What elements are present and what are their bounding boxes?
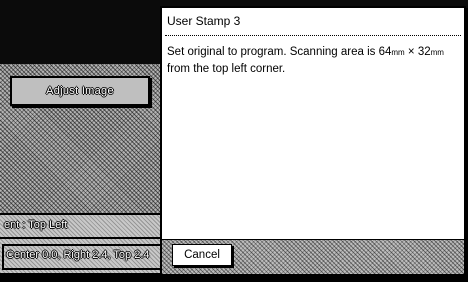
- position-text: ent : Top Left: [4, 219, 68, 231]
- message-text: Set original to program. Scanning area i…: [167, 46, 392, 58]
- unit-label: mm: [391, 48, 405, 57]
- dialog-message: Set original to program. Scanning area i…: [167, 44, 457, 77]
- offset-text: Center 0.0, Right 2.4, Top 2.4: [6, 249, 150, 261]
- dimension-text: × 32: [404, 46, 431, 58]
- cancel-button[interactable]: Cancel: [172, 244, 232, 266]
- message-text: from the top left corner.: [167, 63, 286, 75]
- user-stamp-dialog: User Stamp 3 Set original to program. Sc…: [160, 6, 466, 276]
- unit-label: mm: [430, 48, 444, 57]
- dialog-footer: Cancel: [162, 239, 464, 274]
- title-divider: [165, 35, 461, 36]
- adjust-image-button[interactable]: Adjust Image: [10, 76, 150, 106]
- dialog-title: User Stamp 3: [167, 14, 241, 28]
